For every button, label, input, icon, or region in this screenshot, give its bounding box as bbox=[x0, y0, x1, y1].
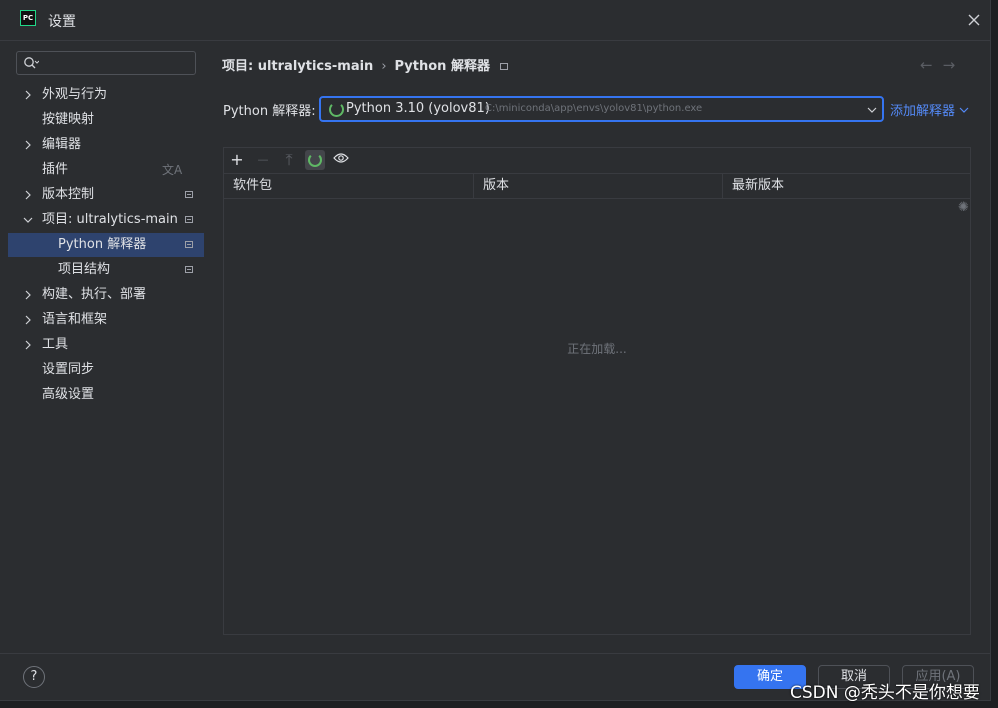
sidebar-item-label: 项目: ultralytics-main bbox=[42, 212, 178, 227]
sidebar-item-label: 项目结构 bbox=[58, 262, 111, 277]
sidebar-item-label: 插件 bbox=[42, 162, 69, 177]
sidebar-item-keymap[interactable]: 按键映射 bbox=[8, 108, 204, 132]
chevron-down-icon bbox=[23, 217, 33, 223]
window-title: 设置 bbox=[48, 14, 76, 30]
sidebar-item-label: 外观与行为 bbox=[42, 87, 108, 102]
project-level-icon bbox=[185, 266, 193, 273]
sidebar-item-label: 工具 bbox=[42, 337, 69, 352]
project-level-icon bbox=[185, 191, 193, 198]
sidebar-item-project-structure[interactable]: 项目结构 bbox=[8, 258, 204, 282]
sidebar-item-label: 语言和框架 bbox=[42, 312, 108, 327]
sidebar-item-version-control[interactable]: 版本控制 bbox=[8, 183, 204, 207]
chevron-down-icon bbox=[959, 107, 969, 113]
project-level-icon bbox=[185, 241, 193, 248]
chevron-right-icon bbox=[25, 90, 31, 100]
add-interpreter-link[interactable]: 添加解释器 bbox=[890, 100, 969, 119]
add-interpreter-label: 添加解释器 bbox=[890, 104, 956, 119]
sidebar-item-label: 高级设置 bbox=[42, 387, 95, 402]
close-icon[interactable] bbox=[966, 12, 982, 28]
breadcrumb-project[interactable]: 项目: ultralytics-main bbox=[222, 59, 373, 74]
chevron-right-icon bbox=[25, 340, 31, 350]
packages-panel: + — ⤒ 软件包 版本 最新版本 ✺ 正在加载... bbox=[223, 147, 971, 635]
watermark: CSDN @秃头不是你想要 bbox=[790, 683, 980, 703]
sidebar-item-plugins[interactable]: 插件 文A bbox=[8, 158, 204, 182]
interpreter-name: Python 3.10 (yolov81) bbox=[346, 101, 490, 116]
breadcrumb-separator: › bbox=[381, 59, 387, 74]
show-early-releases-button[interactable] bbox=[331, 150, 351, 170]
interpreter-path: C:\miniconda\app\envs\yolov81\python.exe bbox=[485, 103, 703, 114]
chevron-right-icon bbox=[25, 140, 31, 150]
sidebar-item-label: 按键映射 bbox=[42, 112, 95, 127]
project-level-icon bbox=[185, 216, 193, 223]
sidebar-item-languages[interactable]: 语言和框架 bbox=[8, 308, 204, 332]
breadcrumb-page: Python 解释器 bbox=[394, 59, 490, 74]
chevron-right-icon bbox=[25, 315, 31, 325]
sidebar-item-python-interpreter[interactable]: Python 解释器 bbox=[8, 233, 204, 257]
sidebar-item-project[interactable]: 项目: ultralytics-main bbox=[8, 208, 204, 232]
packages-toolbar: + — ⤒ bbox=[224, 148, 970, 174]
translate-icon: 文A bbox=[162, 163, 183, 177]
sidebar-item-settings-sync[interactable]: 设置同步 bbox=[8, 358, 204, 382]
loading-text: 正在加载... bbox=[567, 342, 627, 356]
sidebar-item-appearance[interactable]: 外观与行为 bbox=[8, 83, 204, 107]
sidebar-item-tools[interactable]: 工具 bbox=[8, 333, 204, 357]
eye-icon bbox=[333, 153, 349, 163]
sidebar-item-label: 构建、执行、部署 bbox=[42, 287, 147, 302]
interpreter-label: Python 解释器: bbox=[223, 104, 316, 119]
title-bar: PC 设置 bbox=[0, 0, 990, 41]
project-level-icon bbox=[499, 63, 508, 70]
loading-spinner-icon: ✺ bbox=[958, 200, 969, 215]
add-package-button[interactable]: + bbox=[227, 150, 247, 170]
back-arrow-icon[interactable]: ← bbox=[920, 56, 943, 74]
loading-spinner-icon bbox=[308, 152, 322, 167]
loading-spinner-icon bbox=[329, 102, 344, 117]
search-input[interactable] bbox=[16, 51, 196, 75]
chevron-right-icon bbox=[25, 190, 31, 200]
interpreter-select[interactable]: Python 3.10 (yolov81) C:\miniconda\app\e… bbox=[319, 96, 884, 122]
pycharm-app-icon: PC bbox=[20, 10, 36, 26]
chevron-down-icon bbox=[867, 107, 877, 113]
upgrade-package-button[interactable]: ⤒ bbox=[279, 150, 299, 170]
column-version[interactable]: 版本 bbox=[473, 173, 723, 198]
navigation-arrows: ←→ bbox=[920, 56, 965, 74]
search-icon bbox=[24, 57, 39, 69]
remove-package-button[interactable]: — bbox=[253, 150, 273, 170]
column-package[interactable]: 软件包 bbox=[224, 173, 474, 198]
packages-table-header: 软件包 版本 最新版本 bbox=[224, 173, 970, 199]
column-latest-version[interactable]: 最新版本 bbox=[722, 173, 970, 198]
settings-dialog: PC 设置 外观与行为 按键映射 编辑器 插件 文A 版本控制 项目: ultr… bbox=[0, 0, 991, 701]
footer-divider bbox=[0, 653, 990, 654]
forward-arrow-icon[interactable]: → bbox=[943, 56, 966, 74]
sidebar-item-label: Python 解释器 bbox=[58, 237, 147, 252]
sidebar-item-label: 编辑器 bbox=[42, 137, 82, 152]
sidebar-item-advanced[interactable]: 高级设置 bbox=[8, 383, 204, 407]
refresh-button[interactable] bbox=[305, 150, 325, 170]
chevron-right-icon bbox=[25, 290, 31, 300]
sidebar-item-build[interactable]: 构建、执行、部署 bbox=[8, 283, 204, 307]
sidebar-item-editor[interactable]: 编辑器 bbox=[8, 133, 204, 157]
sidebar-item-label: 版本控制 bbox=[42, 187, 95, 202]
sidebar-item-label: 设置同步 bbox=[42, 362, 95, 377]
settings-sidebar: 外观与行为 按键映射 编辑器 插件 文A 版本控制 项目: ultralytic… bbox=[8, 41, 204, 653]
help-button[interactable]: ? bbox=[23, 666, 45, 688]
breadcrumb: 项目: ultralytics-main › Python 解释器 bbox=[222, 55, 508, 74]
